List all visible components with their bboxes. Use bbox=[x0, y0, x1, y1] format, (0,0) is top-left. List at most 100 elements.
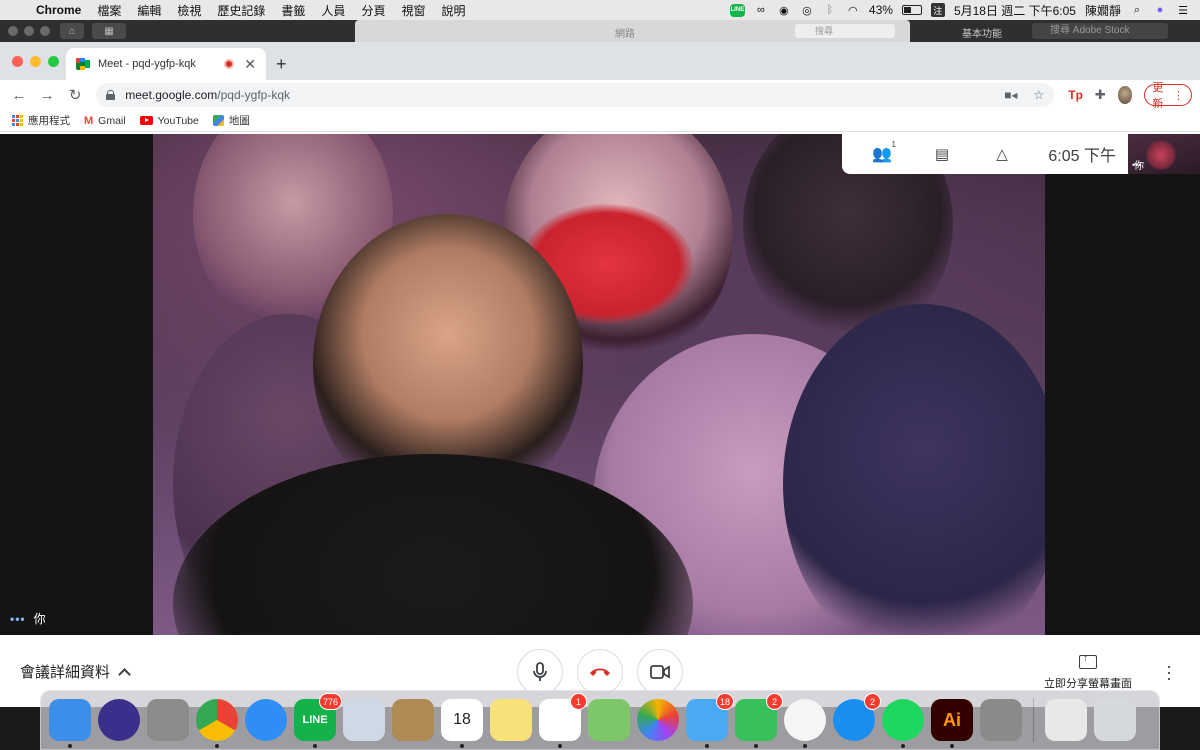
dock-messages-icon[interactable]: 18 bbox=[686, 693, 734, 748]
dock-photos-icon[interactable] bbox=[637, 699, 679, 741]
maps-icon bbox=[212, 115, 224, 126]
dock-contacts-icon[interactable] bbox=[392, 699, 434, 741]
bookmark-gmail[interactable]: M Gmail bbox=[84, 115, 126, 127]
bookmark-star-icon[interactable]: ☆ bbox=[1033, 88, 1044, 102]
dock-spotify-icon[interactable] bbox=[882, 699, 924, 748]
activities-button[interactable]: △ bbox=[972, 145, 1032, 163]
dock-safari-icon[interactable] bbox=[245, 699, 287, 741]
dock-app-store-icon[interactable]: 2 bbox=[833, 693, 881, 741]
new-tab-button[interactable]: + bbox=[276, 54, 287, 75]
camera-button[interactable] bbox=[637, 649, 683, 695]
close-tab-icon[interactable]: ✕ bbox=[244, 56, 256, 73]
tp-extension-icon[interactable]: Tp bbox=[1068, 88, 1083, 102]
bookmark-gmail-label: Gmail bbox=[98, 114, 126, 127]
dock-facetime-icon[interactable]: 2 bbox=[735, 693, 783, 748]
background-finder-window: 網路 搜尋 bbox=[355, 20, 910, 42]
back-arrow-icon[interactable]: ← bbox=[8, 87, 30, 104]
leave-call-button[interactable] bbox=[577, 649, 623, 695]
dock-trash-icon[interactable] bbox=[1094, 699, 1136, 741]
self-view-thumbnail[interactable]: 你 ••• bbox=[1128, 134, 1200, 174]
camera-in-use-icon[interactable]: ■◂ bbox=[1004, 88, 1017, 102]
dock-chrome-icon[interactable] bbox=[196, 699, 238, 748]
audio-level-dots-icon: ••• bbox=[10, 611, 26, 626]
dock-itunes-doc-icon[interactable] bbox=[1045, 699, 1087, 741]
chat-button[interactable]: ▤ bbox=[912, 145, 972, 163]
present-now-button[interactable]: 立即分享螢幕畫面 bbox=[1040, 652, 1136, 691]
menu-view[interactable]: 檢視 bbox=[169, 2, 209, 19]
meeting-details-label: 會議詳細資料 bbox=[20, 664, 111, 681]
google-meet-favicon bbox=[76, 58, 90, 70]
dock-reminders-icon[interactable]: 1 bbox=[539, 693, 587, 748]
screen-record-icon[interactable]: ◉ bbox=[777, 3, 791, 17]
dock-music-icon[interactable] bbox=[784, 699, 826, 748]
meeting-details-button[interactable]: 會議詳細資料 bbox=[20, 661, 131, 682]
home-icon: ⌂ bbox=[60, 23, 84, 39]
chat-icon: ▤ bbox=[934, 146, 950, 163]
meet-stage: 👥 1 ▤ △ 6:05 下午 你 ••• ••• 你 bbox=[0, 134, 1200, 635]
dock-launchpad-icon[interactable] bbox=[147, 699, 189, 741]
menu-bar-user[interactable]: 陳嫺靜 bbox=[1085, 2, 1121, 19]
dock-mail-icon[interactable] bbox=[343, 699, 385, 741]
siri-icon[interactable]: ● bbox=[1153, 3, 1167, 17]
creative-cloud-icon[interactable]: ∞ bbox=[754, 3, 768, 17]
battery-percent: 43% bbox=[868, 3, 893, 17]
menu-file[interactable]: 檔案 bbox=[89, 2, 129, 19]
menu-edit[interactable]: 編輯 bbox=[129, 2, 169, 19]
address-bar[interactable]: meet.google.com/pqd-ygfp-kqk ■◂ ☆ bbox=[96, 83, 1055, 107]
extensions-puzzle-icon[interactable]: ✚ bbox=[1095, 87, 1106, 103]
menu-bookmarks[interactable]: 書籤 bbox=[273, 2, 313, 19]
battery-icon[interactable] bbox=[901, 5, 922, 15]
apps-grid-icon bbox=[12, 115, 23, 126]
close-window-button[interactable] bbox=[12, 56, 23, 67]
dock-finder-icon[interactable] bbox=[49, 699, 91, 748]
participant-video bbox=[153, 134, 1045, 635]
meeting-clock: 6:05 下午 bbox=[1048, 148, 1116, 165]
bookmarks-bar: 應用程式 M Gmail YouTube 地圖 bbox=[0, 110, 1200, 132]
dock-separator bbox=[1033, 698, 1034, 742]
wifi-icon[interactable]: ◠ bbox=[846, 3, 860, 17]
dock-system-preferences-icon[interactable] bbox=[980, 699, 1022, 741]
url-path: /pqd-ygfp-kqk bbox=[217, 88, 290, 102]
zoom-window-button[interactable] bbox=[48, 56, 59, 67]
forward-arrow-icon[interactable]: → bbox=[36, 87, 58, 104]
adobe-stock-search: 搜尋 Adobe Stock bbox=[1032, 23, 1168, 39]
hide-icon[interactable]: ◎ bbox=[800, 3, 814, 17]
dock-app-store-badge: 2 bbox=[864, 693, 881, 710]
reload-icon[interactable]: ↻ bbox=[64, 86, 86, 104]
bookmark-maps[interactable]: 地圖 bbox=[212, 113, 250, 128]
self-thumb-more-icon[interactable]: ••• bbox=[1132, 160, 1141, 170]
spotlight-search-icon[interactable]: ⌕ bbox=[1130, 3, 1144, 17]
more-options-icon[interactable]: · · · bbox=[1166, 657, 1172, 687]
bookmark-youtube[interactable]: YouTube bbox=[139, 115, 199, 127]
background-window-controls bbox=[8, 26, 50, 36]
input-method-icon[interactable]: 注 bbox=[930, 3, 945, 17]
line-status-icon[interactable]: LINE bbox=[729, 3, 745, 17]
gmail-icon: M bbox=[84, 114, 94, 127]
menu-bar-clock[interactable]: 5月18日 週二 下午6:05 bbox=[954, 2, 1076, 19]
menu-app-name[interactable]: Chrome bbox=[30, 3, 89, 17]
dock-line-icon[interactable]: LINE 776 bbox=[294, 693, 342, 748]
lock-icon[interactable] bbox=[106, 90, 116, 100]
dock-maps-icon[interactable] bbox=[588, 699, 630, 741]
minimize-window-button[interactable] bbox=[30, 56, 41, 67]
menu-tab[interactable]: 分頁 bbox=[353, 2, 393, 19]
menu-history[interactable]: 歷史記錄 bbox=[209, 2, 273, 19]
profile-avatar[interactable] bbox=[1117, 86, 1133, 104]
tab-meet[interactable]: Meet - pqd-ygfp-kqk ✕ bbox=[66, 48, 266, 80]
update-button[interactable]: 更新 ⋮ bbox=[1144, 82, 1193, 110]
menu-window[interactable]: 視窗 bbox=[393, 2, 433, 19]
control-center-icon[interactable]: ☰ bbox=[1176, 3, 1190, 17]
menu-help[interactable]: 說明 bbox=[433, 2, 473, 19]
dock-illustrator-icon[interactable]: Ai bbox=[931, 699, 973, 748]
dock-line-badge: 776 bbox=[318, 693, 342, 710]
dock-notes-icon[interactable] bbox=[490, 699, 532, 741]
bookmark-apps[interactable]: 應用程式 bbox=[12, 113, 70, 128]
participants-button[interactable]: 👥 1 bbox=[852, 140, 912, 164]
microphone-button[interactable] bbox=[517, 649, 563, 695]
dock-siri-icon[interactable] bbox=[98, 699, 140, 741]
hang-up-icon bbox=[590, 668, 610, 676]
dock-calendar-icon[interactable]: 18 bbox=[441, 699, 483, 748]
menu-people[interactable]: 人員 bbox=[313, 2, 353, 19]
macos-dock: LINE 776 18 1 18 2 2 Ai bbox=[40, 690, 1160, 750]
bluetooth-icon[interactable]: ᛒ bbox=[823, 3, 837, 17]
